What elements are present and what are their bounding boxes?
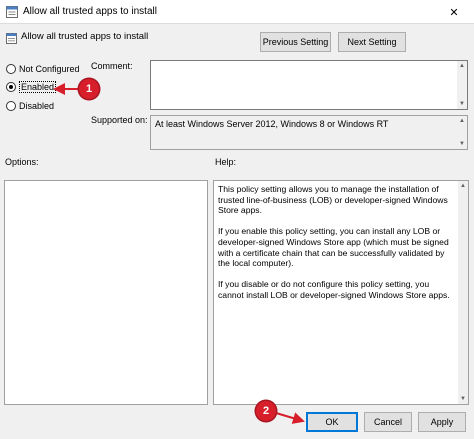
- annotation-arrow-2: [275, 412, 305, 424]
- annotation-arrows: [53, 83, 305, 424]
- annotation-badge-1: 1: [79, 79, 99, 99]
- annotation-badge-2: 2: [256, 401, 276, 421]
